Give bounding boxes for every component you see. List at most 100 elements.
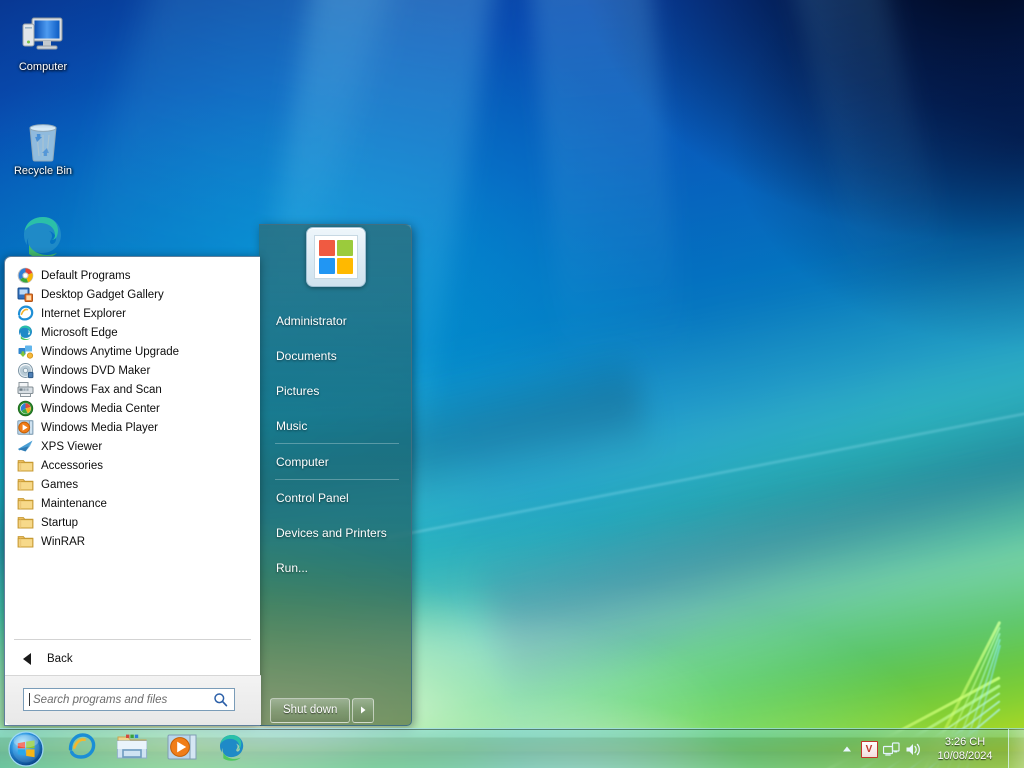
system-tray: V 3:26 CH 10/08/2024 bbox=[836, 729, 1024, 768]
desktop-icon-label: Computer bbox=[4, 61, 82, 74]
tray-icon-network[interactable] bbox=[880, 734, 902, 764]
taskbar-button-microsoft-edge[interactable] bbox=[208, 733, 256, 766]
program-list-item[interactable]: Windows DVD Maker bbox=[13, 361, 253, 380]
search-input[interactable]: Search programs and files bbox=[23, 688, 235, 711]
edge-icon bbox=[17, 324, 34, 341]
internet-explorer-icon bbox=[67, 732, 97, 767]
avatar-quadrant bbox=[337, 240, 353, 256]
search-icon bbox=[213, 692, 228, 707]
text-caret bbox=[29, 693, 30, 706]
program-list-item[interactable]: Microsoft Edge bbox=[13, 323, 253, 342]
taskbar-button-windows-explorer[interactable] bbox=[108, 733, 156, 766]
program-list-item[interactable]: Games bbox=[13, 475, 253, 494]
start-menu-item-control-panel[interactable]: Control Panel bbox=[273, 480, 401, 515]
desktop-icon-label: Recycle Bin bbox=[4, 165, 82, 178]
program-list-item-label: Windows Anytime Upgrade bbox=[41, 346, 179, 358]
program-list-item[interactable]: Internet Explorer bbox=[13, 304, 253, 323]
start-menu-item-music[interactable]: Music bbox=[273, 408, 401, 443]
program-list-item[interactable]: WinRAR bbox=[13, 532, 253, 551]
show-hidden-icons-button[interactable] bbox=[836, 734, 858, 764]
avatar-quadrant bbox=[319, 240, 335, 256]
back-label: Back bbox=[47, 653, 73, 665]
start-menu-item-run[interactable]: Run... bbox=[273, 550, 401, 585]
program-list-item-label: Internet Explorer bbox=[41, 308, 126, 320]
back-triangle-icon bbox=[23, 653, 31, 665]
recycle-bin-icon bbox=[4, 114, 82, 162]
program-list-item-label: Desktop Gadget Gallery bbox=[41, 289, 164, 301]
start-menu-right-panel: AdministratorDocumentsPicturesMusicCompu… bbox=[259, 224, 412, 726]
program-list-item[interactable]: Windows Media Center bbox=[13, 399, 253, 418]
tray-icon-volume[interactable] bbox=[902, 734, 924, 764]
program-list: Default Programs Desktop Gadget Gallery In… bbox=[13, 266, 253, 551]
microsoft-logo-avatar bbox=[314, 235, 358, 279]
speaker-icon bbox=[905, 742, 922, 757]
edge-icon bbox=[4, 212, 82, 260]
desktop-icon-computer[interactable]: Computer bbox=[4, 10, 82, 74]
start-menu-item-documents[interactable]: Documents bbox=[273, 338, 401, 373]
network-icon bbox=[883, 742, 900, 757]
program-list-item[interactable]: Windows Fax and Scan bbox=[13, 380, 253, 399]
program-list-item[interactable]: Startup bbox=[13, 513, 253, 532]
start-menu-right-list: AdministratorDocumentsPicturesMusicCompu… bbox=[273, 303, 401, 585]
shutdown-button[interactable]: Shut down bbox=[270, 698, 350, 723]
program-list-item[interactable]: Desktop Gadget Gallery bbox=[13, 285, 253, 304]
anytime-upgrade-icon bbox=[17, 343, 34, 360]
program-list-item-label: Windows DVD Maker bbox=[41, 365, 150, 377]
folder-icon bbox=[17, 457, 34, 474]
start-menu-item-pictures[interactable]: Pictures bbox=[273, 373, 401, 408]
clock[interactable]: 3:26 CH 10/08/2024 bbox=[924, 735, 1006, 763]
shutdown-options-button[interactable] bbox=[352, 698, 374, 723]
search-placeholder: Search programs and files bbox=[33, 694, 213, 706]
program-list-item-label: XPS Viewer bbox=[41, 441, 102, 453]
search-zone: Search programs and files bbox=[5, 675, 261, 725]
chevron-up-icon bbox=[842, 745, 852, 753]
program-list-item-label: Startup bbox=[41, 517, 78, 529]
folder-icon bbox=[17, 533, 34, 550]
start-menu-item-computer[interactable]: Computer bbox=[273, 444, 401, 479]
media-center-icon bbox=[17, 400, 34, 417]
clock-time: 3:26 CH bbox=[924, 735, 1006, 749]
media-player-icon bbox=[17, 419, 34, 436]
program-list-item[interactable]: Maintenance bbox=[13, 494, 253, 513]
program-list-item-label: Maintenance bbox=[41, 498, 107, 510]
tray-icon-antivirus[interactable]: V bbox=[858, 734, 880, 764]
program-list-item-label: Games bbox=[41, 479, 78, 491]
default-programs-icon bbox=[17, 267, 34, 284]
taskbar-button-internet-explorer[interactable] bbox=[58, 733, 106, 766]
xps-viewer-icon bbox=[17, 438, 34, 455]
list-separator bbox=[14, 639, 251, 640]
program-list-item[interactable]: Windows Anytime Upgrade bbox=[13, 342, 253, 361]
back-button[interactable]: Back bbox=[13, 647, 253, 671]
avatar-quadrant bbox=[319, 258, 335, 274]
shutdown-label: Shut down bbox=[283, 704, 337, 716]
media-player-icon bbox=[167, 733, 197, 766]
wallpaper-aurora-streaks bbox=[600, 440, 1024, 740]
user-avatar[interactable] bbox=[306, 227, 366, 287]
folder-icon bbox=[17, 514, 34, 531]
avatar-quadrant bbox=[337, 258, 353, 274]
show-desktop-button[interactable] bbox=[1008, 729, 1024, 768]
program-list-item-label: Windows Media Player bbox=[41, 422, 158, 434]
folder-icon bbox=[17, 495, 34, 512]
desktop-icon-microsoft-edge[interactable] bbox=[4, 212, 82, 260]
taskbar-button-windows-media-player[interactable] bbox=[158, 733, 206, 766]
dvd-maker-icon bbox=[17, 362, 34, 379]
start-button[interactable] bbox=[4, 730, 48, 768]
start-menu-item-administrator[interactable]: Administrator bbox=[273, 303, 401, 338]
program-list-item[interactable]: Default Programs bbox=[13, 266, 253, 285]
program-list-item[interactable]: Windows Media Player bbox=[13, 418, 253, 437]
start-menu-left-panel: Default Programs Desktop Gadget Gallery In… bbox=[4, 256, 260, 726]
start-menu-item-devices-and-printers[interactable]: Devices and Printers bbox=[273, 515, 401, 550]
v-shield-icon: V bbox=[861, 741, 878, 758]
edge-icon bbox=[217, 732, 247, 767]
program-list-item[interactable]: XPS Viewer bbox=[13, 437, 253, 456]
program-list-item[interactable]: Accessories bbox=[13, 456, 253, 475]
program-list-item-label: Windows Fax and Scan bbox=[41, 384, 162, 396]
desktop-icon-recycle-bin[interactable]: Recycle Bin bbox=[4, 114, 82, 178]
program-list-item-label: Default Programs bbox=[41, 270, 130, 282]
computer-icon bbox=[4, 10, 82, 58]
desktop-gadget-gallery-icon bbox=[17, 286, 34, 303]
program-list-item-label: Microsoft Edge bbox=[41, 327, 118, 339]
program-list-item-label: Accessories bbox=[41, 460, 103, 472]
desktop-screen: Computer Recycle Bin Adminis bbox=[0, 0, 1024, 768]
